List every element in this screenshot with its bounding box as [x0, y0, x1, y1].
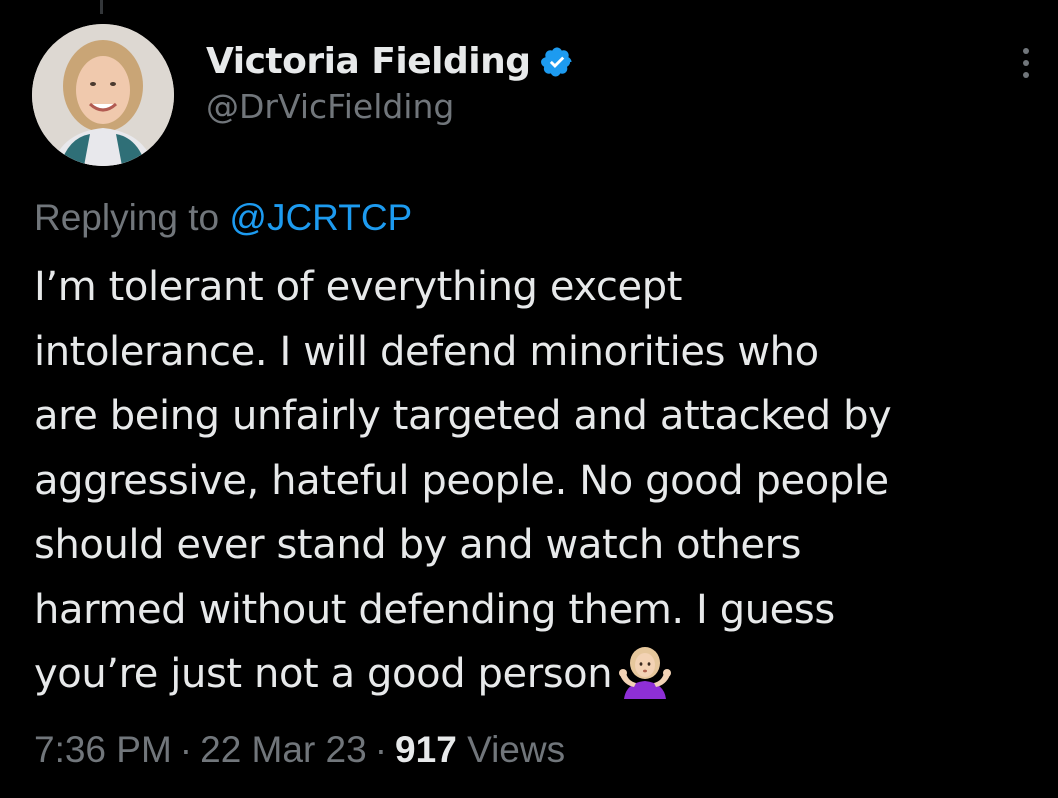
- meta-separator: ·: [179, 729, 193, 770]
- tweet-header: Victoria Fielding @DrVicFielding: [206, 40, 574, 127]
- name-row: Victoria Fielding: [206, 40, 574, 83]
- more-dot: [1023, 48, 1029, 54]
- tweet-line: are being unfairly targeted and attacked…: [34, 393, 892, 439]
- author-handle[interactable]: @DrVicFielding: [206, 87, 574, 127]
- tweet-line: intolerance. I will defend minorities wh…: [34, 328, 819, 375]
- replying-to-prefix: Replying to: [34, 197, 230, 238]
- meta-separator: ·: [374, 729, 388, 770]
- tweet-body: I’m tolerant of everything except intole…: [34, 255, 1034, 707]
- author-display-name[interactable]: Victoria Fielding: [206, 40, 531, 83]
- views-count[interactable]: 917: [395, 729, 457, 770]
- user-avatar-photo-icon: [32, 24, 174, 166]
- tweet-line: aggressive, hateful people. No good peop…: [34, 457, 889, 504]
- more-dot: [1023, 72, 1029, 78]
- tweet-line: should ever stand by and watch others: [34, 522, 802, 568]
- reply-mention-link[interactable]: @JCRTCP: [229, 197, 412, 238]
- avatar[interactable]: [32, 24, 174, 166]
- tweet-last-line: you’re just not a good person: [34, 642, 1034, 707]
- tweet-line: you’re just not a good person: [34, 651, 613, 697]
- tweet-line: I’m tolerant of everything except: [34, 264, 683, 310]
- thread-connector-line: [100, 0, 103, 14]
- tweet-line: harmed without defending them. I guess: [34, 586, 835, 633]
- tweet-time[interactable]: 7:36 PM: [34, 729, 172, 770]
- more-dot: [1023, 60, 1029, 66]
- tweet-date[interactable]: 22 Mar 23: [200, 729, 367, 770]
- verified-badge-icon[interactable]: [540, 45, 574, 79]
- person-shrugging-emoji-icon: [619, 647, 672, 699]
- tweet-meta: 7:36 PM · 22 Mar 23 · 917 Views: [34, 728, 565, 772]
- views-label[interactable]: Views: [467, 729, 565, 770]
- replying-to: Replying to @JCRTCP: [34, 196, 412, 240]
- more-options-icon[interactable]: [1020, 48, 1032, 88]
